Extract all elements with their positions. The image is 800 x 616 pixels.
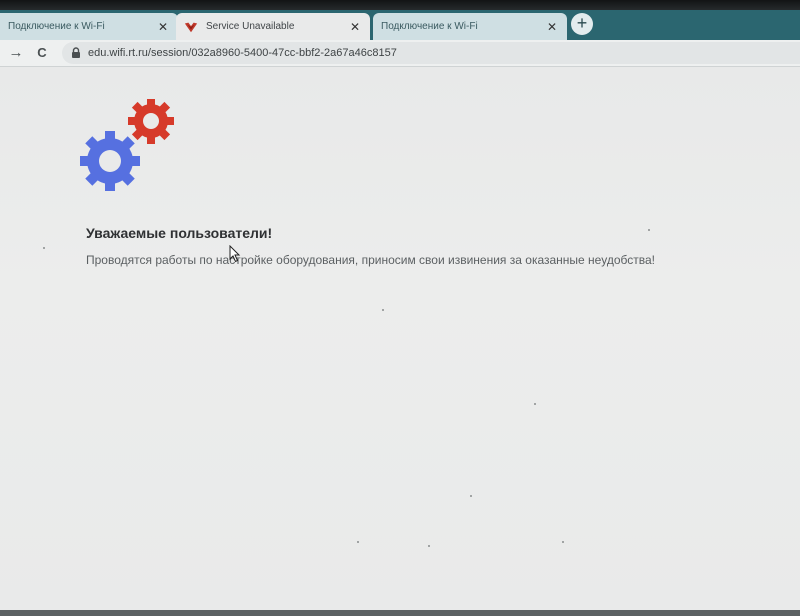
tab-wifi-1[interactable]: Подключение к Wi-Fi ✕ <box>0 13 178 40</box>
address-bar[interactable]: edu.wifi.rt.ru/session/032a8960-5400-47c… <box>62 42 800 64</box>
screen-speck <box>470 495 472 497</box>
tab-close-icon[interactable]: ✕ <box>156 20 170 34</box>
tab-title: Подключение к Wi-Fi <box>8 21 105 32</box>
tab-service-unavailable[interactable]: Service Unavailable ✕ <box>176 13 370 40</box>
screen-speck <box>43 247 45 249</box>
screen-speck <box>648 229 650 231</box>
browser-toolbar: → C edu.wifi.rt.ru/session/032a8960-5400… <box>0 40 800 67</box>
forward-button[interactable]: → <box>6 43 26 63</box>
gear-icon <box>128 99 174 144</box>
screen-speck <box>562 541 564 543</box>
gear-icon <box>80 131 140 191</box>
favicon-icon <box>184 22 198 32</box>
browser-screen: Подключение к Wi-Fi ✕ Service Unavailabl… <box>0 0 800 616</box>
screen-speck <box>382 309 384 311</box>
new-tab-button[interactable]: + <box>571 13 593 35</box>
tab-title: Подключение к Wi-Fi <box>381 21 478 32</box>
error-message: Проводятся работы по настройке оборудова… <box>86 253 655 267</box>
page-heading: Уважаемые пользователи! <box>86 225 273 241</box>
page-content: Уважаемые пользователи! Проводятся работ… <box>0 67 800 616</box>
gears-illustration <box>80 99 174 191</box>
url-text: edu.wifi.rt.ru/session/032a8960-5400-47c… <box>88 47 397 59</box>
tab-strip: Подключение к Wi-Fi ✕ Service Unavailabl… <box>0 10 800 40</box>
lock-icon <box>72 47 80 58</box>
tab-close-icon[interactable]: ✕ <box>545 20 559 34</box>
tab-title: Service Unavailable <box>206 21 295 32</box>
reload-button[interactable]: C <box>32 43 52 63</box>
tab-wifi-2[interactable]: Подключение к Wi-Fi ✕ <box>373 13 567 40</box>
monitor-bezel-bottom <box>0 610 800 616</box>
cursor-icon <box>229 245 241 263</box>
tab-close-icon[interactable]: ✕ <box>348 20 362 34</box>
screen-speck <box>357 541 359 543</box>
screen-speck <box>428 545 430 547</box>
screen-speck <box>534 403 536 405</box>
